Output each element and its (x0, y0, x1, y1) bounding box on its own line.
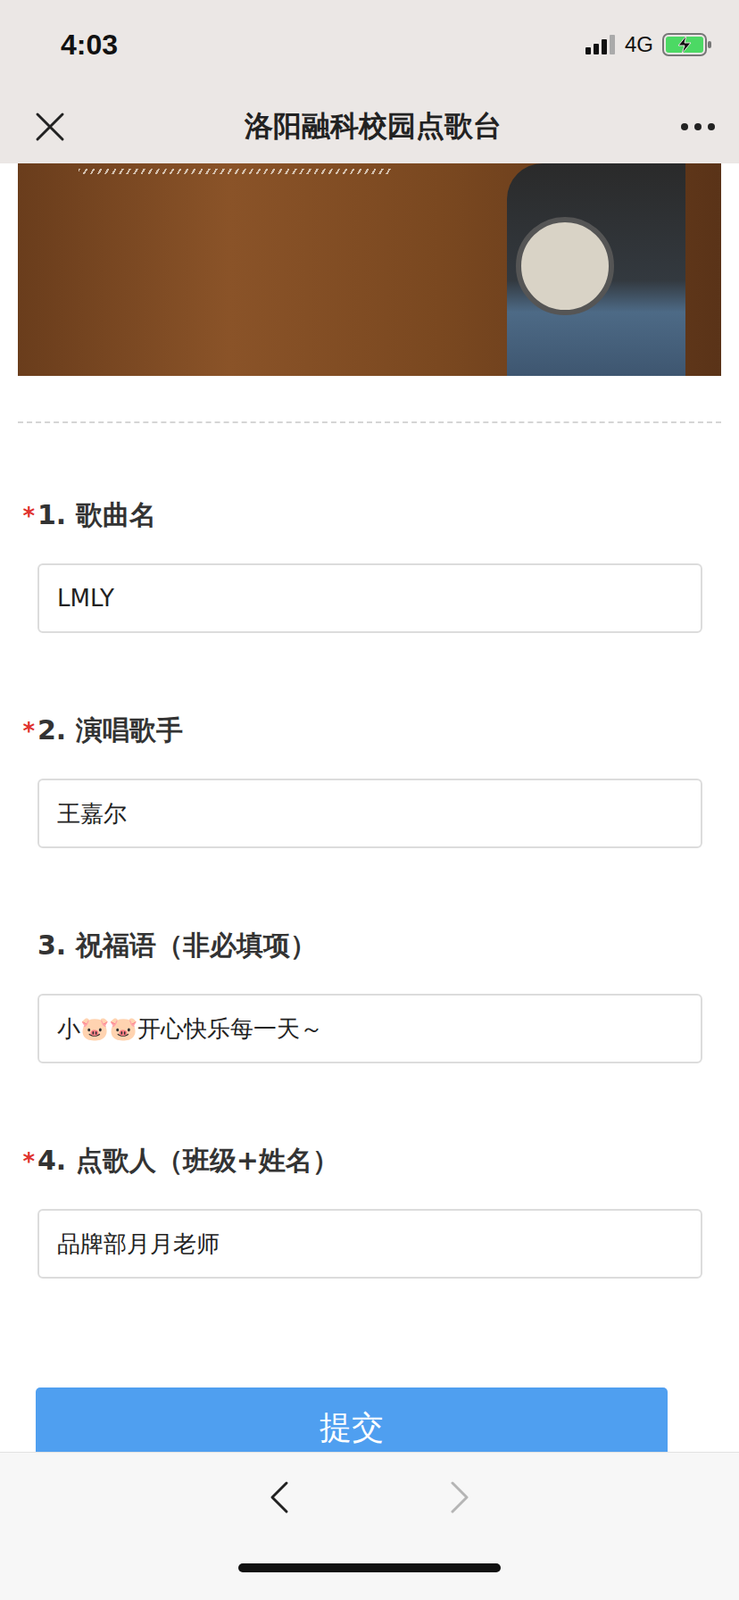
battery-icon (662, 33, 713, 57)
required-mark: * (0, 717, 38, 745)
clock: 4:03 (60, 28, 118, 62)
question-label: *4. 点歌人（班级+姓名） (0, 1142, 703, 1180)
text-input[interactable]: 小🐷🐷开心快乐每一天～ (37, 993, 703, 1063)
signal-icon (585, 34, 616, 55)
label-text: 3. 祝福语（非必填项） (37, 927, 317, 964)
input-value[interactable]: 品牌部月月老师 (57, 1228, 220, 1260)
input-value[interactable]: 小🐷🐷开心快乐每一天～ (57, 1013, 324, 1045)
close-icon[interactable] (33, 110, 67, 143)
page-content: *1. 歌曲名LMLY*2. 演唱歌手王嘉尔3. 祝福语（非必填项）小🐷🐷开心快… (0, 163, 739, 1452)
input-value[interactable]: LMLY (57, 584, 115, 612)
text-input[interactable]: 品牌部月月老师 (37, 1208, 703, 1279)
text-input[interactable]: 王嘉尔 (37, 778, 703, 848)
required-mark: * (0, 1147, 38, 1175)
label-text: 4. 点歌人（班级+姓名） (37, 1142, 340, 1180)
required-mark: * (0, 502, 38, 530)
text-input[interactable]: LMLY (37, 563, 703, 633)
status-bar: 4:03 4G (0, 0, 739, 90)
song-form: *1. 歌曲名LMLY*2. 演唱歌手王嘉尔3. 祝福语（非必填项）小🐷🐷开心快… (0, 423, 739, 1469)
back-arrow-icon[interactable] (265, 1478, 294, 1515)
banner-image (17, 163, 722, 376)
nav-bar: 洛阳融科校园点歌台 (0, 89, 739, 164)
form-question: *4. 点歌人（班级+姓名） 品牌部月月老师 (0, 1142, 703, 1279)
forward-arrow-icon[interactable] (445, 1478, 474, 1515)
divider (17, 421, 722, 424)
question-label: *2. 演唱歌手 (0, 712, 703, 749)
label-text: 2. 演唱歌手 (37, 712, 183, 749)
network-type: 4G (624, 32, 654, 58)
forward-button[interactable] (445, 1478, 474, 1515)
question-label: 3. 祝福语（非必填项） (0, 927, 703, 964)
input-value[interactable]: 王嘉尔 (57, 797, 127, 830)
form-question: *2. 演唱歌手王嘉尔 (0, 712, 703, 848)
browser-toolbar (0, 1451, 739, 1600)
form-question: *1. 歌曲名 LMLY (0, 497, 703, 633)
label-text: 1. 歌曲名 (37, 497, 157, 534)
form-question: 3. 祝福语（非必填项） 小🐷🐷开心快乐每一天～ (0, 927, 703, 1063)
more-icon[interactable] (680, 122, 716, 132)
question-label: *1. 歌曲名 (0, 497, 703, 534)
back-button[interactable] (265, 1478, 294, 1515)
page-title: 洛阳融科校园点歌台 (66, 107, 681, 147)
top-bar: 4:03 4G 洛阳融科校园点歌台 (0, 0, 739, 164)
home-indicator (238, 1562, 501, 1572)
